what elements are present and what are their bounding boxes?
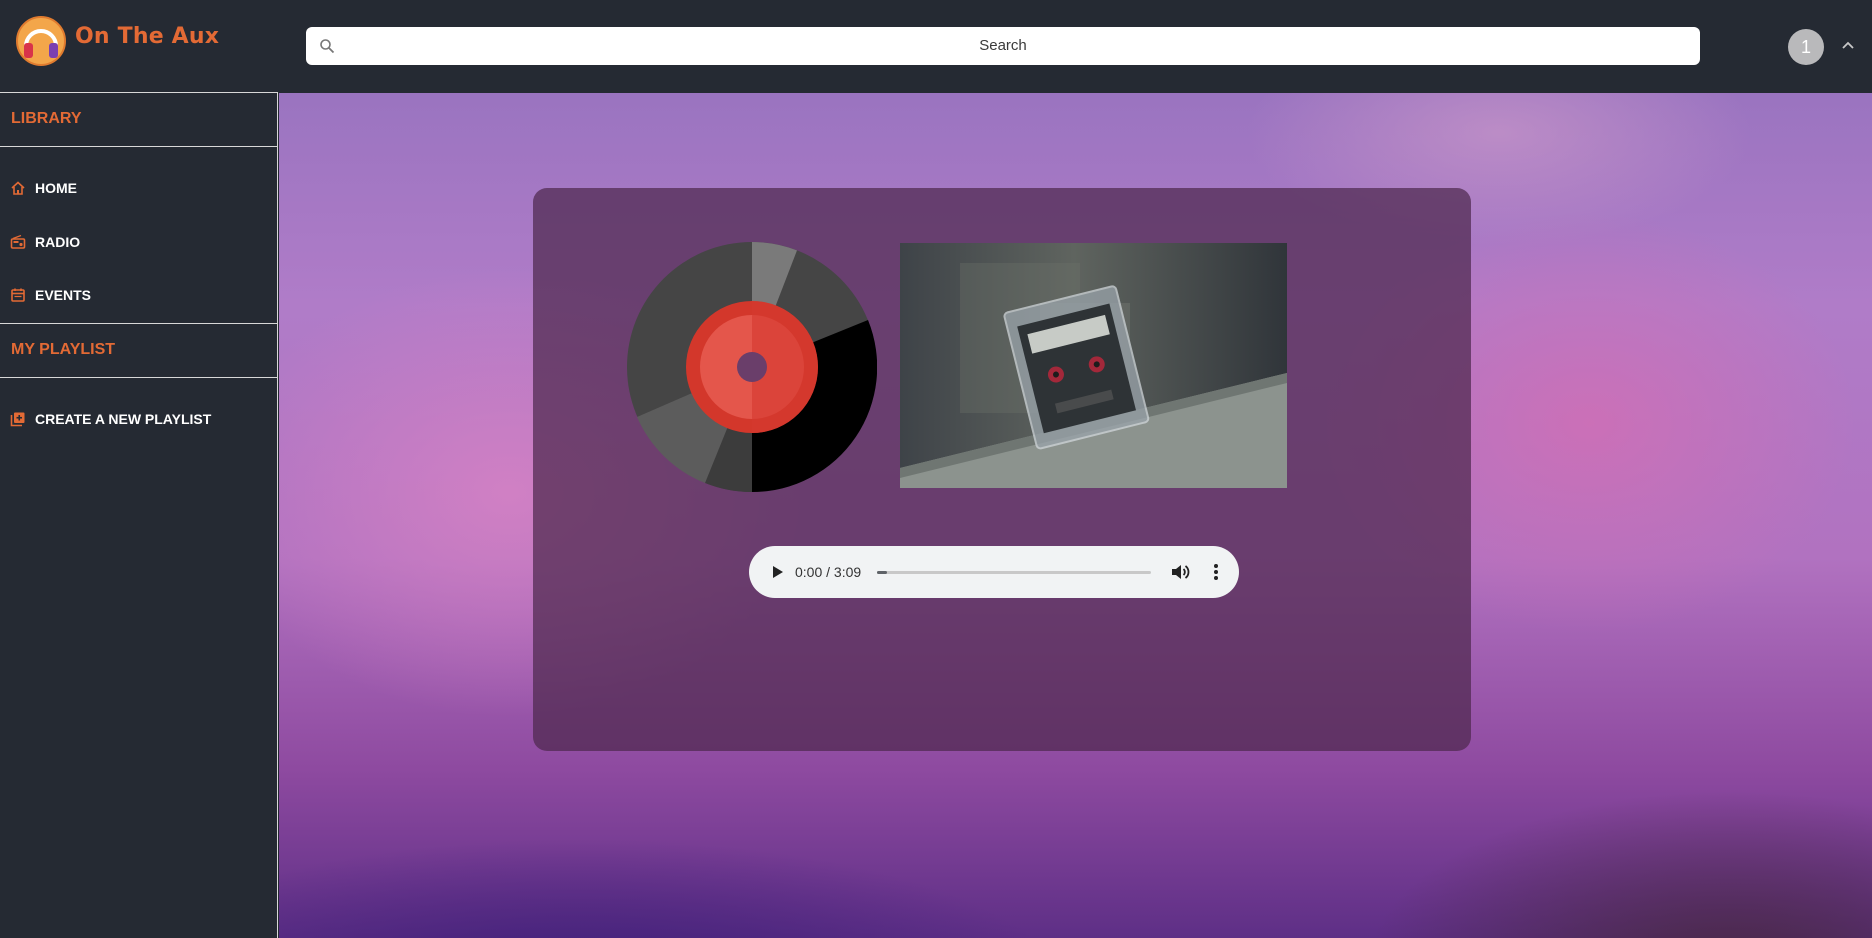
now-playing-card: 0:00 / 3:09 — [533, 188, 1471, 751]
home-icon — [11, 181, 25, 195]
audio-player: 0:00 / 3:09 — [749, 546, 1239, 598]
sidebar-item-radio[interactable]: RADIO — [0, 222, 277, 262]
seek-bar[interactable] — [877, 571, 1151, 574]
top-bar: On The Aux Search 1 — [0, 0, 1872, 92]
volume-icon[interactable] — [1169, 561, 1191, 583]
vinyl-record-icon — [627, 242, 877, 492]
playback-time: 0:00 / 3:09 — [795, 564, 862, 580]
sidebar: LIBRARY HOME RADIO EVENTS MY PLAYLIST CR… — [0, 92, 278, 938]
create-playlist-label: CREATE A NEW PLAYLIST — [35, 411, 212, 427]
sidebar-item-label: EVENTS — [35, 287, 92, 303]
chevron-up-icon[interactable] — [1840, 38, 1856, 54]
more-vertical-icon[interactable] — [1205, 561, 1227, 583]
cassette-cover-image — [900, 243, 1287, 488]
play-icon[interactable] — [767, 562, 787, 582]
seek-bar-fill — [877, 571, 887, 574]
my-playlist-heading-label: MY PLAYLIST — [11, 341, 116, 358]
library-heading-label: LIBRARY — [11, 110, 82, 127]
sidebar-item-label: RADIO — [35, 234, 81, 250]
add-playlist-icon — [10, 412, 25, 427]
sidebar-item-home[interactable]: HOME — [0, 168, 277, 208]
search-input[interactable]: Search — [306, 37, 1700, 54]
sidebar-item-events[interactable]: EVENTS — [0, 275, 277, 315]
radio-icon — [10, 234, 26, 249]
brand-name[interactable]: On The Aux — [75, 24, 219, 49]
headphones-logo-icon[interactable] — [16, 16, 66, 66]
library-heading: LIBRARY — [0, 93, 277, 147]
my-playlist-heading: MY PLAYLIST — [0, 324, 277, 378]
calendar-icon — [11, 288, 25, 302]
search-bar[interactable]: Search — [306, 27, 1700, 65]
create-playlist-button[interactable]: CREATE A NEW PLAYLIST — [0, 399, 277, 439]
sidebar-item-label: HOME — [35, 180, 77, 196]
main-content: 0:00 / 3:09 — [279, 93, 1872, 938]
user-avatar[interactable]: 1 — [1788, 29, 1824, 65]
